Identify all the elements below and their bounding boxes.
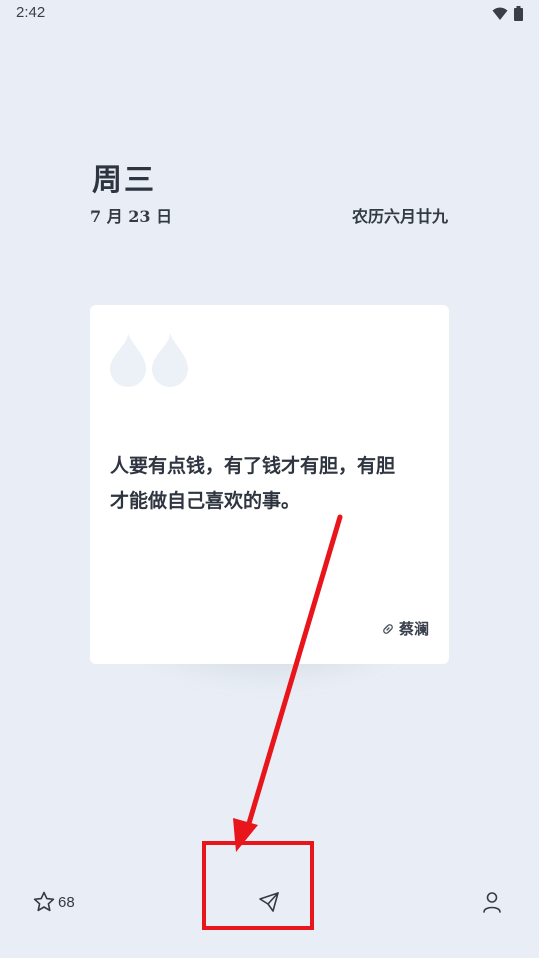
bottom-bar: 68 (0, 870, 539, 934)
favorites-button[interactable]: 68 (32, 890, 75, 914)
user-icon (483, 892, 501, 913)
paper-plane-icon (259, 892, 279, 912)
favorites-count: 68 (58, 893, 75, 911)
star-icon (33, 891, 55, 912)
profile-button[interactable] (480, 890, 504, 918)
send-button[interactable] (257, 890, 281, 918)
annotation-arrow (233, 514, 343, 852)
